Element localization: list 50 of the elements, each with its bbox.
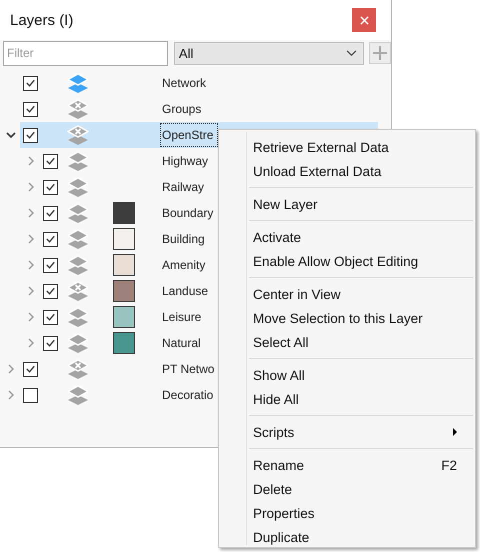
menu-item[interactable]: Center in View <box>221 282 473 306</box>
submenu-arrow-icon <box>453 428 457 436</box>
checkbox[interactable] <box>23 102 38 116</box>
layer-name: Boundary <box>161 205 214 222</box>
layer-row[interactable]: Network <box>0 70 378 96</box>
layer-name: Groups <box>161 101 202 118</box>
checkbox[interactable] <box>43 180 58 194</box>
checkbox[interactable] <box>43 232 58 246</box>
checkbox[interactable] <box>43 336 58 350</box>
checkbox[interactable] <box>23 388 38 402</box>
menu-item[interactable]: Properties <box>221 501 473 525</box>
menu-item[interactable]: Enable Allow Object Editing <box>221 249 473 273</box>
layer-row[interactable]: Groups <box>0 96 378 122</box>
menu-item[interactable]: Show All <box>221 363 473 387</box>
layer-name: Decoratio <box>161 387 214 404</box>
checkbox[interactable] <box>43 284 58 298</box>
checkbox[interactable] <box>23 362 38 376</box>
layer-name: Railway <box>161 179 206 196</box>
layer-name: PT Netwo <box>161 361 216 378</box>
menu-item[interactable]: Scripts <box>221 420 473 444</box>
type-dropdown[interactable]: All <box>174 42 364 64</box>
layer-name: Highway <box>161 153 210 170</box>
close-button[interactable] <box>352 8 376 32</box>
menu-item[interactable]: Activate <box>221 225 473 249</box>
menu-item[interactable]: Unload External Data <box>221 159 473 183</box>
menu-item[interactable]: Duplicate <box>221 525 473 549</box>
chevron-icon <box>346 50 358 56</box>
close-icon <box>360 16 368 24</box>
checkbox[interactable] <box>23 76 38 90</box>
filter-field[interactable]: Filter <box>3 40 168 66</box>
layer-name: Leisure <box>161 309 202 326</box>
checkbox[interactable] <box>43 206 58 220</box>
checkbox[interactable] <box>23 128 38 142</box>
add-icon <box>372 45 388 61</box>
layer-name: Network <box>161 75 208 92</box>
menu-item[interactable]: New Layer <box>221 192 473 216</box>
menu-item[interactable]: Hide All <box>221 387 473 411</box>
layer-name: Landuse <box>161 283 210 300</box>
menu-item[interactable]: Move Selection to this Layer <box>221 306 473 330</box>
layer-name: Amenity <box>161 257 206 274</box>
checkbox[interactable] <box>43 258 58 272</box>
menu-item[interactable]: Delete <box>221 477 473 501</box>
menu-item[interactable]: Rename F2 <box>221 453 473 477</box>
window-title: Layers (I) <box>10 12 74 28</box>
layer-name: Building <box>161 231 206 248</box>
layer-name: Natural <box>161 335 202 352</box>
chevron-icon[interactable] <box>6 130 16 140</box>
checkbox[interactable] <box>43 154 58 168</box>
checkbox[interactable] <box>43 310 58 324</box>
menu-item[interactable]: Select All <box>221 330 473 354</box>
